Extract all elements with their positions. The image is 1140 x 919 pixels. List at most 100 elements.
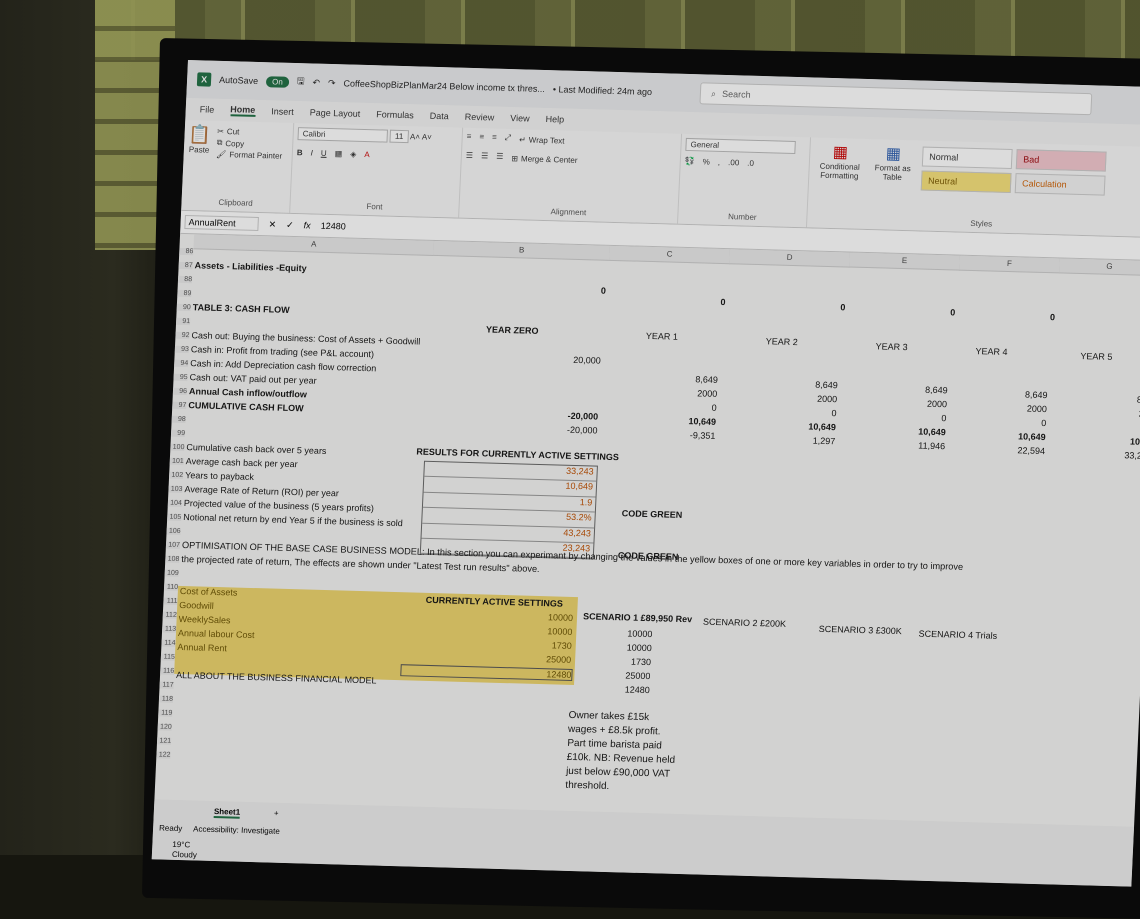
row-number[interactable]: 96 [172,387,188,396]
vat-y3[interactable]: 0 [882,412,946,423]
profit-y1[interactable]: 8,649 [654,373,718,385]
cell-a101[interactable]: Average cash back per year [186,456,298,469]
annual-y2[interactable]: 10,649 [772,420,836,432]
cum-y2[interactable]: 1,297 [771,434,836,447]
vat-y2[interactable]: 0 [772,406,836,418]
menu-insert[interactable]: Insert [271,106,294,117]
active-goodwill[interactable]: 10000 [502,625,572,637]
vat-y1[interactable]: 0 [652,401,716,413]
row-number[interactable]: 111 [163,597,178,605]
year-2[interactable]: YEAR 2 [766,336,798,347]
row-number[interactable]: 107 [165,541,181,549]
align-top-icon[interactable]: ≡ [466,132,472,145]
cell-f89[interactable]: 0 [1007,311,1055,322]
cut-button[interactable]: ✂ Cut [217,127,283,138]
scenario-1-header[interactable]: SCENARIO 1 £89,950 Rev [583,611,692,624]
row-number[interactable]: 114 [161,639,176,647]
row-number[interactable]: 117 [159,681,174,689]
profit-y5[interactable]: 8,6 [1093,393,1140,405]
menu-page-layout[interactable]: Page Layout [310,107,361,118]
align-center-icon[interactable]: ☰ [481,151,489,164]
cell-d89[interactable]: 0 [797,301,845,312]
search-box[interactable]: ⌕ Search [699,82,1093,116]
style-neutral[interactable]: Neutral [920,170,1012,194]
scenario-3-header[interactable]: SCENARIO 3 £300K [819,624,902,636]
row-number[interactable]: 91 [175,317,191,326]
cell-a92[interactable]: Cash out: Buying the business: Cost of A… [191,330,420,346]
cell-a97[interactable]: CUMULATIVE CASH FLOW [188,400,304,413]
row-number[interactable]: 100 [170,443,185,452]
align-bottom-icon[interactable]: ≡ [492,133,497,146]
cancel-icon[interactable]: ✕ [268,219,276,230]
col-header-c[interactable]: C [609,245,731,265]
row-number[interactable]: 108 [165,555,180,563]
row-number[interactable]: 102 [168,471,184,480]
var-weekly-sales[interactable]: WeeklySales [178,614,230,625]
s1-rent[interactable]: 12480 [600,684,650,695]
var-labour[interactable]: Annual labour Cost [178,628,255,640]
active-cost-assets[interactable]: 10000 [503,611,573,623]
percent-icon[interactable]: % [703,157,711,166]
scenario-note[interactable]: Owner takes £15k wages + £8.5k profit. P… [565,709,679,796]
menu-view[interactable]: View [510,113,530,124]
menu-home[interactable]: Home [230,104,256,117]
cell-a95[interactable]: Cash out: VAT paid out per year [189,372,316,386]
row-number[interactable]: 101 [169,457,184,466]
undo-icon[interactable]: ↶ [312,77,320,88]
row-number[interactable]: 120 [157,723,172,731]
cum-y1[interactable]: -9,351 [651,429,716,441]
row-number[interactable]: 106 [166,527,181,535]
decimal-decrease-icon[interactable]: .0 [747,159,754,168]
cell-a93[interactable]: Cash in: Profit from trading (see P&L ac… [191,344,375,359]
cell-a94[interactable]: Cash in: Add Depreciation cash flow corr… [190,358,376,373]
s1-labour[interactable]: 25000 [600,670,650,681]
row-number[interactable]: 116 [160,667,175,675]
conditional-formatting-button[interactable]: ▦ Conditional Formatting [813,142,867,191]
var-goodwill[interactable]: Goodwill [179,600,214,611]
col-header-d[interactable]: D [729,249,851,268]
row-number[interactable]: 86 [179,247,194,256]
wrap-text-button[interactable]: ↵ Wrap Text [519,135,565,145]
underline-button[interactable]: U [321,149,327,158]
autosave-toggle[interactable]: On [265,75,290,88]
font-color-icon[interactable]: A [364,150,370,159]
cell-b88[interactable]: 0 [558,284,606,296]
scenario-4-header[interactable]: SCENARIO 4 Trials [918,629,997,641]
depr-y1[interactable]: 2000 [653,387,717,399]
annual-y1[interactable]: 10,649 [652,415,716,427]
cell-a87[interactable]: Assets - Liabilities -Equity [194,260,306,273]
style-normal[interactable]: Normal [921,146,1013,170]
year-1[interactable]: YEAR 1 [646,331,678,342]
row-number[interactable]: 121 [156,737,172,745]
decrease-font-icon[interactable]: A˅ [422,133,432,142]
cell-e89[interactable]: 0 [907,306,955,317]
depr-y4[interactable]: 2000 [983,402,1047,415]
fx-icon[interactable]: fx [303,220,310,230]
annual-y0[interactable]: -20,000 [532,410,598,422]
menu-data[interactable]: Data [430,111,449,122]
menu-help[interactable]: Help [545,114,564,125]
row-number[interactable]: 109 [164,569,179,577]
cell-a102[interactable]: Years to payback [185,470,254,482]
depr-y2[interactable]: 2000 [773,392,837,405]
last-modified[interactable]: • Last Modified: 24m ago [553,84,653,97]
row-number[interactable]: 92 [175,331,190,340]
row-number[interactable]: 98 [171,415,186,424]
row-number[interactable]: 104 [167,499,183,507]
annual-y4[interactable]: 10,649 [981,430,1046,442]
currency-icon[interactable]: 💱 [685,157,695,166]
weather-temp[interactable]: 19°C [172,840,190,849]
year-3[interactable]: YEAR 3 [875,341,907,352]
row-number[interactable]: 93 [174,345,190,354]
year-zero[interactable]: YEAR ZERO [486,324,539,335]
add-sheet-icon[interactable]: + [274,809,279,818]
decimal-increase-icon[interactable]: .00 [728,158,740,167]
style-bad[interactable]: Bad [1015,149,1107,172]
cell-a90[interactable]: TABLE 3: CASH FLOW [193,302,290,315]
menu-file[interactable]: File [200,104,215,114]
format-painter-button[interactable]: 🖌 Format Painter [216,150,282,161]
cell-a96[interactable]: Annual Cash inflow/outflow [189,386,307,399]
formula-input[interactable]: 12480 [320,221,345,232]
profit-y2[interactable]: 8,649 [774,378,838,391]
active-labour[interactable]: 25000 [501,653,571,665]
